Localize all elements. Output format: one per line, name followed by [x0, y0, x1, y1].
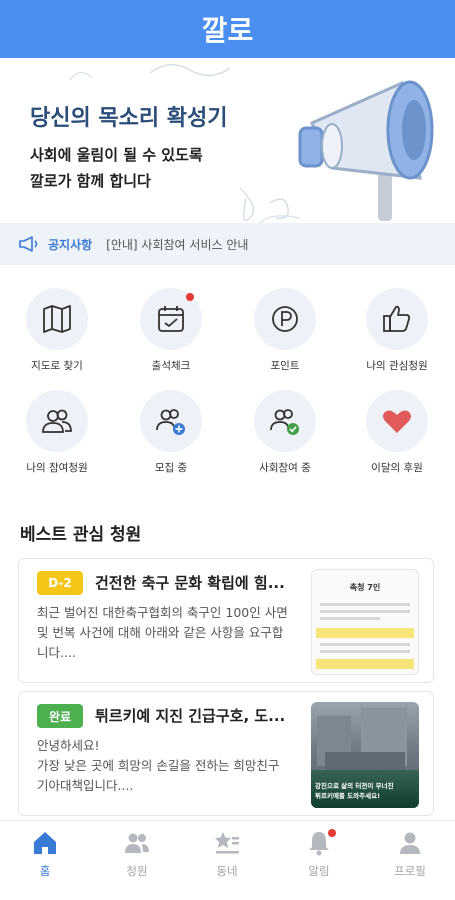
menu-label: 사회참여 중	[259, 462, 311, 474]
banner-subtitle: 사회에 울림이 될 수 있도록 깔로가 함께 합니다	[30, 142, 203, 194]
home-icon	[34, 832, 56, 854]
tab-neighborhood[interactable]: 동네	[192, 829, 262, 879]
thumbnail-caption: 튀르키예를 도와주세요!	[315, 792, 381, 800]
menu-map-search[interactable]: 지도로 찾기	[12, 288, 102, 373]
tab-label: 홈	[39, 864, 51, 878]
megaphone-icon	[19, 236, 38, 252]
thumbs-up-icon	[383, 305, 411, 332]
people-icon	[125, 833, 149, 853]
status-badge: D-2	[37, 571, 83, 595]
banner-title: 당신의 목소리 확성기	[30, 106, 228, 131]
notice-bar[interactable]: 공지사항 [안내] 사회참여 서비스 안내	[0, 223, 455, 265]
thumbnail-title: 촉청 7인	[349, 583, 381, 592]
petition-title: 튀르키예 지진 긴급구호, 도...	[95, 707, 286, 725]
tab-profile[interactable]: 프로필	[375, 829, 445, 879]
menu-attendance[interactable]: 출석체크	[126, 288, 216, 373]
notification-dot	[186, 293, 194, 301]
menu-label: 모집 중	[154, 462, 188, 474]
summary-line: 가장 낮은 곳에 희망의 손길을 전하는 희망친구	[37, 758, 280, 773]
summary-line: 안녕하세요!	[37, 738, 100, 753]
banner-subtitle-line1: 사회에 울림이 될 수 있도록	[30, 146, 203, 164]
tab-notifications[interactable]: 알림	[284, 829, 354, 879]
section-title: 베스트 관심 청원	[20, 525, 142, 545]
petition-card[interactable]: D-2 건전한 축구 문화 확립에 힘... 최근 벌어진 대한축구협회의 축구…	[18, 558, 434, 683]
app-header: 깔로	[0, 0, 455, 58]
point-icon	[272, 306, 298, 332]
petition-summary: 최근 벌어진 대한축구협회의 축구인 100인 사면 및 번복 사건에 대해 아…	[37, 603, 305, 663]
tab-label: 알림	[308, 864, 330, 878]
menu-label: 지도로 찾기	[31, 360, 83, 372]
petition-summary: 안녕하세요! 가장 낮은 곳에 희망의 손길을 전하는 희망친구 기아대책입니다…	[37, 736, 305, 796]
calendar-check-icon	[158, 306, 184, 332]
people-check-icon	[270, 409, 299, 435]
star-list-icon	[215, 832, 239, 854]
petition-thumbnail: 촉청 7인	[311, 569, 419, 675]
tab-label: 청원	[126, 864, 148, 878]
petition-title: 건전한 축구 문화 확립에 힘...	[95, 574, 285, 592]
app-title: 깔로	[201, 14, 254, 47]
people-plus-icon	[156, 409, 185, 435]
tab-petition[interactable]: 청원	[102, 829, 172, 879]
notice-label: 공지사항	[48, 237, 93, 252]
menu-label: 포인트	[270, 360, 300, 372]
tab-label: 프로필	[394, 864, 426, 878]
menu-recruiting[interactable]: 모집 중	[126, 390, 216, 475]
menu-monthly-donation[interactable]: 이달의 후원	[352, 390, 442, 475]
petition-thumbnail: 강진으로 삶의 터전이 무너진 튀르키예를 도와주세요!	[311, 702, 419, 808]
summary-line: 니다....	[37, 645, 76, 660]
heart-icon	[383, 410, 411, 433]
megaphone-illustration	[298, 80, 434, 221]
petition-card[interactable]: 완료 튀르키예 지진 긴급구호, 도... 안녕하세요! 가장 낮은 곳에 희망…	[18, 691, 434, 816]
map-icon	[43, 305, 71, 333]
summary-line: 및 번복 사건에 대해 아래와 같은 사항을 요구합	[37, 625, 284, 640]
menu-label: 출석체크	[151, 360, 191, 372]
menu-social-participation[interactable]: 사회참여 중	[240, 390, 330, 475]
tab-home[interactable]: 홈	[10, 829, 80, 879]
menu-label: 나의 참여청원	[26, 462, 88, 474]
summary-line: 최근 벌어진 대한축구협회의 축구인 100인 사면	[37, 605, 288, 620]
menu-my-interest[interactable]: 나의 관심청원	[352, 288, 442, 373]
hero-banner[interactable]: 당신의 목소리 확성기 사회에 울림이 될 수 있도록 깔로가 함께 합니다	[0, 58, 455, 223]
menu-label: 나의 관심청원	[366, 360, 428, 372]
banner-subtitle-line2: 깔로가 함께 합니다	[30, 172, 151, 190]
notice-text[interactable]: [안내] 사회참여 서비스 안내	[106, 236, 248, 253]
people-icon	[42, 409, 72, 433]
bottom-tab-bar: 홈 청원 동네 알림 프로필	[0, 820, 455, 900]
person-icon	[400, 832, 420, 854]
menu-label: 이달의 후원	[371, 462, 423, 474]
tab-label: 동네	[216, 864, 238, 878]
status-badge: 완료	[37, 704, 83, 728]
menu-my-participation[interactable]: 나의 참여청원	[12, 390, 102, 475]
summary-line: 기아대책입니다....	[37, 778, 134, 793]
thumbnail-caption: 강진으로 삶의 터전이 무너진	[315, 782, 394, 790]
notification-dot	[328, 829, 336, 837]
menu-points[interactable]: 포인트	[240, 288, 330, 373]
